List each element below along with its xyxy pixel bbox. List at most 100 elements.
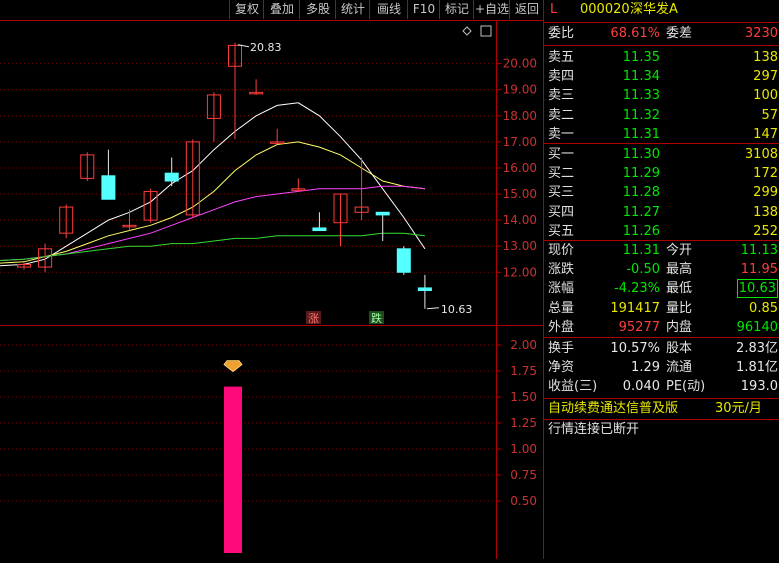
fundamental-value: 1.81亿 (736, 360, 778, 376)
fundamental-row: 净资 1.29 流通 1.81亿 (544, 358, 779, 377)
fundamental-label: 换手 (548, 341, 575, 356)
ask-label: 卖三 (548, 88, 575, 104)
toolbar-button-3[interactable]: 统计 (335, 0, 370, 19)
rise-mark: 涨 (308, 312, 319, 325)
value-tick-label: 0.50 (510, 494, 537, 508)
stock-name: 深华发A (630, 2, 678, 17)
bid-label: 买四 (548, 204, 575, 220)
price-tick-label: 17.00 (503, 135, 537, 149)
connection-status: 行情连接已断开 (548, 422, 640, 437)
quote-value: 11.31 (622, 243, 660, 258)
square-icon[interactable] (480, 25, 492, 37)
toolbar-button-4[interactable]: 画线 (369, 0, 408, 19)
candle-body-down (101, 175, 116, 200)
promo-text[interactable]: 自动续费通达信普及版 (548, 399, 678, 418)
diamond-signal-icon (223, 360, 243, 373)
fundamental-label: 流通 (666, 360, 693, 376)
ask-price: 11.35 (622, 50, 660, 65)
bid-price: 11.26 (622, 223, 660, 239)
fall-mark: 跌 (371, 311, 382, 325)
price-tick-label: 14.00 (503, 213, 537, 227)
quote-value: 191417 (610, 300, 660, 316)
bid-label: 买二 (548, 166, 575, 182)
bid-volume: 138 (753, 204, 778, 220)
ask-label: 卖一 (548, 126, 575, 142)
bid-volume: 299 (753, 185, 778, 201)
stock-flag: L (550, 2, 558, 17)
ask-label: 卖二 (548, 107, 575, 123)
fundamental-label: 收益(三) (548, 379, 598, 395)
quote-row: 涨跌 -0.50 最高 11.95 (544, 260, 779, 279)
toolbar-button-6[interactable]: 标记 (439, 0, 474, 19)
candle-body-down (417, 287, 432, 292)
toolbar-button-8[interactable]: 返回 (509, 0, 544, 19)
value-tick-label: 2.00 (510, 338, 537, 352)
ask-label: 卖五 (548, 50, 575, 65)
ask-price: 11.31 (622, 126, 660, 142)
weibi-value: 68.61% (610, 26, 660, 41)
price-tick-label: 19.00 (503, 83, 537, 97)
high-label: 20.83 (250, 41, 282, 54)
ask-label: 卖四 (548, 69, 575, 85)
bid-row: 买一 11.30 3108 (544, 145, 779, 164)
quote-row: 总量 191417 量比 0.85 (544, 299, 779, 318)
fundamental-label: 净资 (548, 360, 575, 376)
quote-label: 总量 (548, 300, 575, 316)
weibi-row: 委比 68.61% 委差 3230 (544, 24, 779, 43)
ask-volume: 147 (753, 126, 778, 142)
kline-chart-svg[interactable]: 20.00 19.00 18.00 17.00 16.00 15.00 14.00 13.00… (0, 20, 543, 559)
toolbar-button-5[interactable]: F10 (407, 0, 440, 19)
candle-body-down (312, 227, 327, 232)
ask-row: 卖二 11.32 57 (544, 106, 779, 125)
toolbar-button-7[interactable]: +自选 (473, 0, 510, 19)
toolbar-button-2[interactable]: 多股 (299, 0, 336, 19)
bid-price: 11.27 (622, 204, 660, 220)
ask-price: 11.34 (622, 69, 660, 85)
quote-value: 11.95 (740, 262, 778, 278)
fundamental-label: 股本 (666, 341, 693, 356)
candle-body-down (375, 211, 390, 216)
candle-body-down (164, 172, 179, 182)
promo-price[interactable]: 30元/月 (715, 399, 762, 418)
indicator-bar (224, 386, 242, 553)
value-tick-label: 1.50 (510, 390, 537, 404)
diamond-icon[interactable] (462, 26, 472, 36)
price-tick-label: 12.00 (503, 265, 537, 279)
stock-code: 000020 (580, 2, 630, 17)
fundamental-row: 换手 10.57% 股本 2.83亿 (544, 339, 779, 358)
status-row: 行情连接已断开 (544, 420, 779, 439)
quote-label: 涨幅 (548, 281, 575, 297)
toolbar-button-0[interactable]: 复权 (229, 0, 264, 19)
quote-label: 外盘 (548, 319, 575, 335)
bid-volume: 172 (753, 166, 778, 182)
ask-row: 卖一 11.31 147 (544, 125, 779, 144)
bid-volume: 3108 (744, 147, 778, 162)
quote-label: 涨跌 (548, 262, 575, 278)
weibi-label: 委比 (548, 26, 575, 41)
weicha-value: 3230 (744, 26, 778, 41)
bid-volume: 252 (753, 223, 778, 239)
price-tick-label: 20.00 (503, 57, 537, 71)
weicha-label: 委差 (666, 26, 693, 41)
bid-label: 买三 (548, 185, 575, 201)
ask-row: 卖四 11.34 297 (544, 67, 779, 86)
quote-value: 0.85 (749, 300, 778, 316)
quote-row: 外盘 95277 内盘 96140 (544, 318, 779, 337)
toolbar-button-1[interactable]: 叠加 (263, 0, 300, 19)
ask-price: 11.32 (622, 107, 660, 123)
quote-value: 10.63 (736, 279, 778, 299)
ask-volume: 297 (753, 69, 778, 85)
price-tick-label: 16.00 (503, 161, 537, 175)
chart-area[interactable]: 20.00 19.00 18.00 17.00 16.00 15.00 14.00 13.00… (0, 20, 543, 559)
bid-price: 11.30 (622, 147, 660, 162)
quote-value: -0.50 (626, 262, 660, 278)
ask-volume: 100 (753, 88, 778, 104)
quote-value: 95277 (618, 319, 660, 335)
quote-label: 最高 (666, 262, 693, 278)
value-tick-label: 1.75 (510, 364, 537, 378)
bid-row: 买四 11.27 138 (544, 203, 779, 222)
fundamental-label: PE(动) (666, 379, 706, 395)
promo-row[interactable]: 自动续费通达信普及版 30元/月 (544, 399, 779, 419)
price-tick-label: 13.00 (503, 239, 537, 253)
low-label: 10.63 (441, 303, 473, 316)
